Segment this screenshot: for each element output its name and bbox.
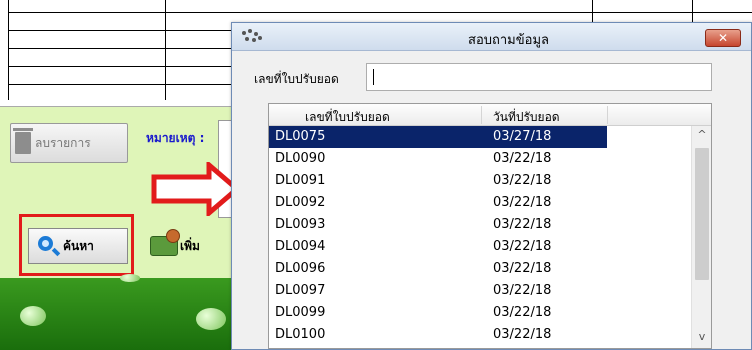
grid-line: [238, 12, 752, 13]
grid-line: [592, 0, 593, 22]
delete-item-button[interactable]: ลบรายการ: [10, 123, 128, 163]
add-button[interactable]: เพิ่ม: [136, 228, 234, 264]
query-dialog: สอบถามข้อมูล ✕ เลขที่ใบปรับยอด เลขที่ใบป…: [231, 22, 752, 350]
date-cell: 03/22/18: [493, 305, 552, 320]
list-row[interactable]: DL0093 03/22/18: [269, 214, 607, 236]
scroll-up-icon[interactable]: ^: [692, 126, 711, 144]
search-button-label: ค้นหา: [63, 238, 94, 253]
doc-number-cell: DL0096: [275, 261, 326, 276]
grid-line: [165, 0, 166, 100]
grid-line: [8, 48, 238, 49]
trash-icon: [13, 128, 33, 154]
doc-number-cell: DL0099: [275, 305, 326, 320]
date-cell: 03/22/18: [493, 327, 552, 342]
search-icon: [37, 235, 61, 257]
date-cell: 03/22/18: [493, 283, 552, 298]
column-divider: [481, 106, 482, 124]
list-row[interactable]: DL0094 03/22/18: [269, 236, 607, 258]
column-divider: [607, 106, 608, 124]
results-list[interactable]: เลขที่ใบปรับยอด วันที่ปรับยอด DL0075 03/…: [268, 103, 712, 349]
bubble-decoration: [120, 274, 140, 282]
list-row[interactable]: DL0090 03/22/18: [269, 148, 607, 170]
list-row[interactable]: DL0092 03/22/18: [269, 192, 607, 214]
close-button[interactable]: ✕: [705, 29, 741, 47]
doc-number-cell: DL0090: [275, 151, 326, 166]
money-icon: [150, 229, 180, 256]
list-row[interactable]: DL0097 03/22/18: [269, 280, 607, 302]
grid-line: [8, 30, 238, 31]
add-button-label: เพิ่ม: [180, 238, 200, 253]
text-caret: [373, 69, 374, 85]
grid-line: [8, 66, 238, 67]
date-cell: 03/22/18: [493, 151, 552, 166]
doc-number-cell: DL0075: [275, 129, 326, 144]
column-header-date[interactable]: วันที่ปรับยอด: [493, 108, 560, 127]
doc-number-cell: DL0097: [275, 283, 326, 298]
date-cell: 03/22/18: [493, 261, 552, 276]
grid-line: [8, 12, 238, 13]
vertical-scrollbar[interactable]: ^ v: [691, 126, 711, 348]
grid-line: [692, 0, 693, 22]
list-row[interactable]: DL0091 03/22/18: [269, 170, 607, 192]
doc-number-label: เลขที่ใบปรับยอด: [254, 72, 339, 86]
list-header: เลขที่ใบปรับยอด วันที่ปรับยอด: [269, 104, 711, 126]
bubble-decoration: [20, 306, 46, 326]
list-row[interactable]: DL0096 03/22/18: [269, 258, 607, 280]
scroll-down-icon[interactable]: v: [692, 328, 711, 346]
date-cell: 03/22/18: [493, 195, 552, 210]
grid-line: [8, 84, 238, 85]
doc-number-input[interactable]: [366, 63, 712, 91]
decorative-band: [0, 274, 240, 350]
list-row[interactable]: DL0099 03/22/18: [269, 302, 607, 324]
list-row[interactable]: DL0075 03/27/18: [269, 126, 607, 148]
date-cell: 03/22/18: [493, 239, 552, 254]
date-cell: 03/22/18: [493, 217, 552, 232]
grid-line: [8, 0, 9, 100]
remark-label: หมายเหตุ :: [146, 131, 205, 145]
dialog-titlebar[interactable]: สอบถามข้อมูล ✕: [232, 23, 751, 51]
column-header-doc-number[interactable]: เลขที่ใบปรับยอด: [305, 108, 390, 127]
list-row[interactable]: DL0100 03/22/18: [269, 324, 607, 346]
arrow-annotation-icon: [151, 162, 241, 216]
doc-number-cell: DL0092: [275, 195, 326, 210]
date-cell: 03/22/18: [493, 173, 552, 188]
doc-number-cell: DL0091: [275, 173, 326, 188]
doc-number-cell: DL0100: [275, 327, 326, 342]
delete-item-label: ลบรายการ: [35, 135, 91, 150]
dialog-title: สอบถามข้อมูล: [468, 33, 549, 48]
doc-number-cell: DL0094: [275, 239, 326, 254]
doc-number-cell: DL0093: [275, 217, 326, 232]
search-button[interactable]: ค้นหา: [28, 228, 128, 264]
scrollbar-thumb[interactable]: [695, 148, 709, 280]
bubble-decoration: [196, 308, 226, 330]
date-cell: 03/27/18: [493, 129, 552, 144]
